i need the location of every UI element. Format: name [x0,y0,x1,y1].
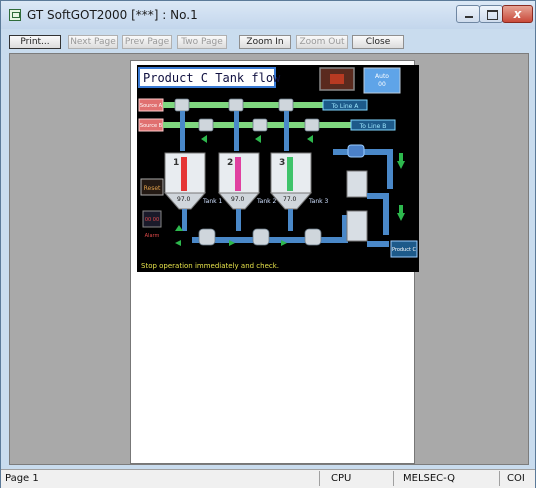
to-line-a-text: To Line A [331,103,360,110]
tank-1-value: 97.0 [177,196,191,203]
minimize-button[interactable] [456,5,480,23]
tank-3-name: Tank 3 [308,198,329,205]
title-bar[interactable]: GT SoftGOT2000 [***] : No.1 x [1,1,535,29]
reset-label: Reset [144,185,161,192]
source-a-button[interactable]: Source A [138,98,164,112]
auto-button[interactable]: Auto 00 [363,67,401,94]
status-cpu: CPU [331,473,352,484]
tank-2-level [235,157,241,191]
tank-2-name: Tank 2 [256,198,277,205]
status-com: COI [507,473,525,484]
tank-1-level [181,157,187,191]
prev-page-button[interactable]: Prev Page [122,35,172,49]
source-a-label: Source A [140,103,163,109]
window-title: GT SoftGOT2000 [***] : No.1 [27,8,198,22]
tank-1-name: Tank 1 [202,198,223,205]
status-bar: Page 1 CPU MELSEC-Q COI [1,469,535,488]
status-plc: MELSEC-Q [403,473,456,484]
maximize-icon [487,10,498,20]
stop-button[interactable] [319,67,355,91]
app-icon [9,9,21,21]
close-icon: x [513,7,522,21]
toolbar: Print... Next Page Prev Page Two Page Zo… [9,35,529,51]
minimize-icon [465,16,473,18]
close-button[interactable]: Close [352,35,404,49]
zoom-in-button[interactable]: Zoom In [239,35,291,49]
to-line-b-label: To Line B [350,119,396,131]
preview-area[interactable]: Product C Tank flow Auto 00 Source A Sou… [9,53,529,465]
maximize-button[interactable] [479,5,503,23]
print-page: Product C Tank flow Auto 00 Source A Sou… [130,60,419,464]
to-line-a-label: To Line A [322,99,368,111]
zoom-out-button[interactable]: Zoom Out [296,35,348,49]
hmi-screen: Product C Tank flow Auto 00 Source A Sou… [137,65,419,272]
tank-3-level [287,157,293,191]
two-page-button[interactable]: Two Page [177,35,227,49]
hmi-title: Product C Tank flow [143,71,281,85]
reset-button[interactable]: Reset [140,178,164,196]
close-window-button[interactable]: x [502,5,533,23]
tank-2-value: 97.0 [231,196,245,203]
tank-2-number: 2 [227,158,233,168]
auto-value: 00 [378,81,386,88]
status-page: Page 1 [5,473,39,484]
alarm-label: Alarm [145,233,160,239]
tank-3-value: 77.0 [283,196,297,203]
product-label: Product C [392,247,417,253]
auto-label: Auto [375,73,389,80]
alarm-value: 00 00 [145,217,159,223]
hmi-message: Stop operation immediately and check. [141,262,279,270]
hmi-title-box: Product C Tank flow [138,67,281,88]
app-window: GT SoftGOT2000 [***] : No.1 x Print... N… [0,0,536,488]
tank-3-number: 3 [279,158,285,168]
status-divider [499,471,500,486]
source-b-button[interactable]: Source B [138,118,164,132]
to-line-b-text: To Line B [359,123,387,130]
source-b-label: Source B [140,123,163,129]
print-button[interactable]: Print... [9,35,61,49]
status-divider [393,471,394,486]
status-divider [319,471,320,486]
alarm-indicator: 00 00 Alarm [142,210,162,239]
tank-1-number: 1 [173,158,179,168]
product-button[interactable]: Product C [390,240,418,258]
next-page-button[interactable]: Next Page [68,35,118,49]
